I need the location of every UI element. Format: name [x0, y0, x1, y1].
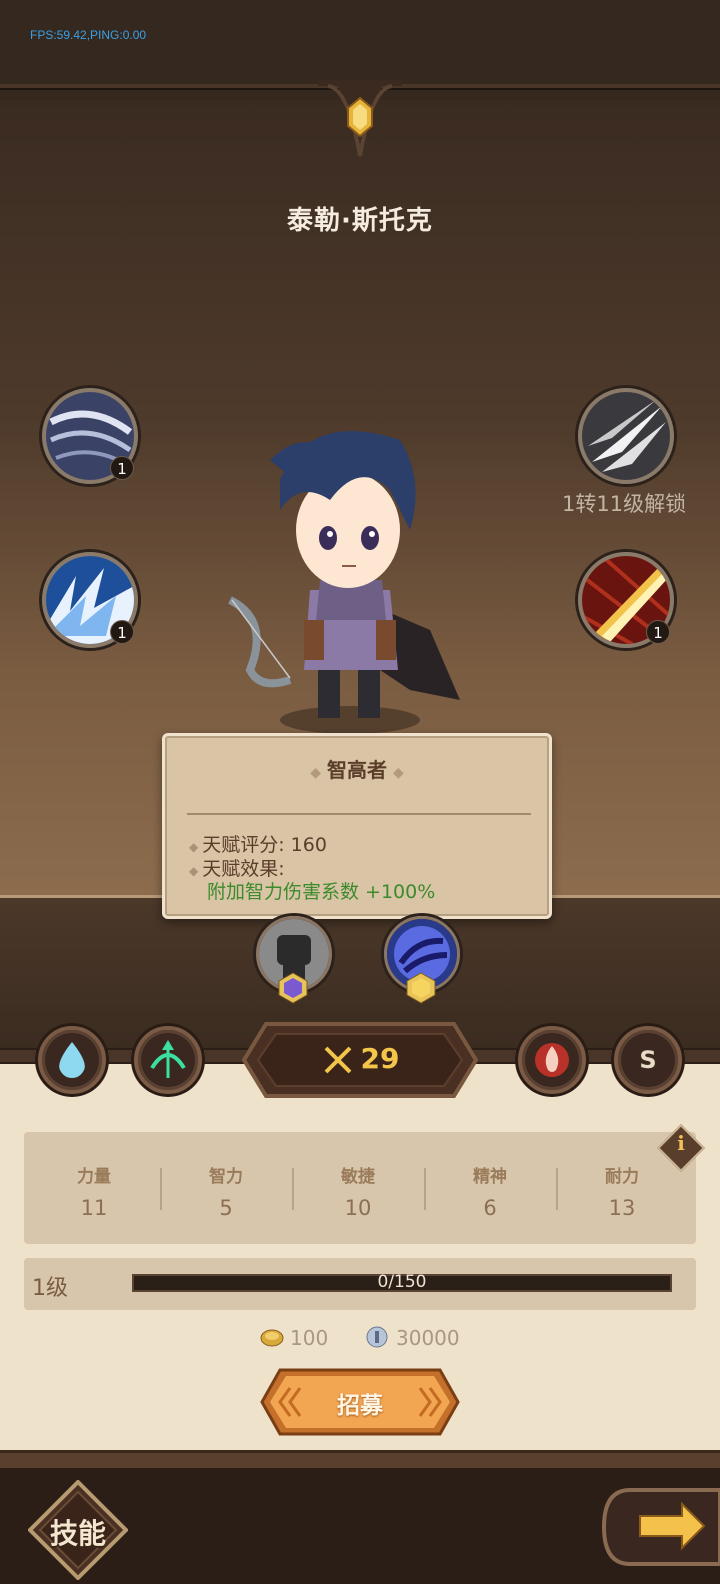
- attribute-stats: 力量 11 智力 5 敏捷 10 精神 6 耐力 13: [24, 1132, 696, 1244]
- talent-tooltip: ◆ 智高者 ◆ ◆ 天赋评分: 160 ◆ 天赋效果: 附加智力伤害系数 +100%: [162, 733, 552, 919]
- skill-level-badge: 1: [110, 620, 134, 644]
- gold-coin-icon: [260, 1328, 284, 1348]
- skill-unlock-requirement: 1转11级解锁: [562, 492, 687, 516]
- diamond-icon: ◆: [189, 864, 199, 878]
- skill-level-badge: 1: [646, 620, 670, 644]
- stat-strength: 力量 11: [77, 1167, 111, 1220]
- stat-agility: 敏捷 10: [341, 1167, 375, 1220]
- talent-score: 天赋评分: 160: [202, 834, 327, 856]
- skill-slot-arrows-locked[interactable]: [578, 388, 674, 484]
- skills-tab-label: 技能: [49, 1517, 106, 1550]
- rank-button[interactable]: S: [614, 1026, 682, 1094]
- exp-text: 0/150: [377, 1272, 427, 1292]
- skill-level-badge: 1: [110, 456, 134, 480]
- archer-class-button[interactable]: [134, 1026, 202, 1094]
- gold-cost: 100: [290, 1326, 329, 1350]
- silver-cost: 30000: [396, 1326, 460, 1350]
- hero-name: 泰勒·斯托克: [287, 206, 433, 236]
- top-gem-icon: [318, 80, 402, 160]
- back-button[interactable]: [600, 1484, 720, 1570]
- water-element-button[interactable]: [38, 1026, 106, 1094]
- water-drop-icon: [59, 1042, 85, 1078]
- silver-coin-icon: [366, 1326, 388, 1348]
- fps-readout: FPS:59.42,PING:0.00: [30, 28, 147, 42]
- talent-effect-text: 附加智力伤害系数 +100%: [207, 881, 436, 903]
- diamond-icon: ◆: [393, 765, 404, 781]
- combat-power-value: 29: [360, 1042, 400, 1075]
- diamond-icon: ◆: [189, 840, 199, 854]
- stat-intelligence: 智力 5: [209, 1167, 243, 1220]
- level-label: 1级: [32, 1276, 68, 1301]
- fire-element-button[interactable]: [518, 1026, 586, 1094]
- diamond-icon: ◆: [310, 765, 321, 781]
- flame-emblem-icon: [535, 1043, 569, 1077]
- recruit-label: 招募: [337, 1393, 383, 1419]
- divider: [187, 813, 531, 815]
- purple-gem-icon: [278, 972, 308, 1004]
- stat-spirit: 精神 6: [473, 1167, 507, 1220]
- feather-arrows-icon: [582, 392, 670, 480]
- footer-border: [0, 1450, 720, 1468]
- hero-character: [210, 420, 480, 740]
- talent-title: 智高者: [327, 758, 387, 782]
- gold-gem-icon: [406, 972, 436, 1004]
- level-bar: 1级 0/150: [24, 1258, 696, 1310]
- info-icon: i: [677, 1131, 685, 1155]
- bow-arrow-icon: [150, 1040, 186, 1078]
